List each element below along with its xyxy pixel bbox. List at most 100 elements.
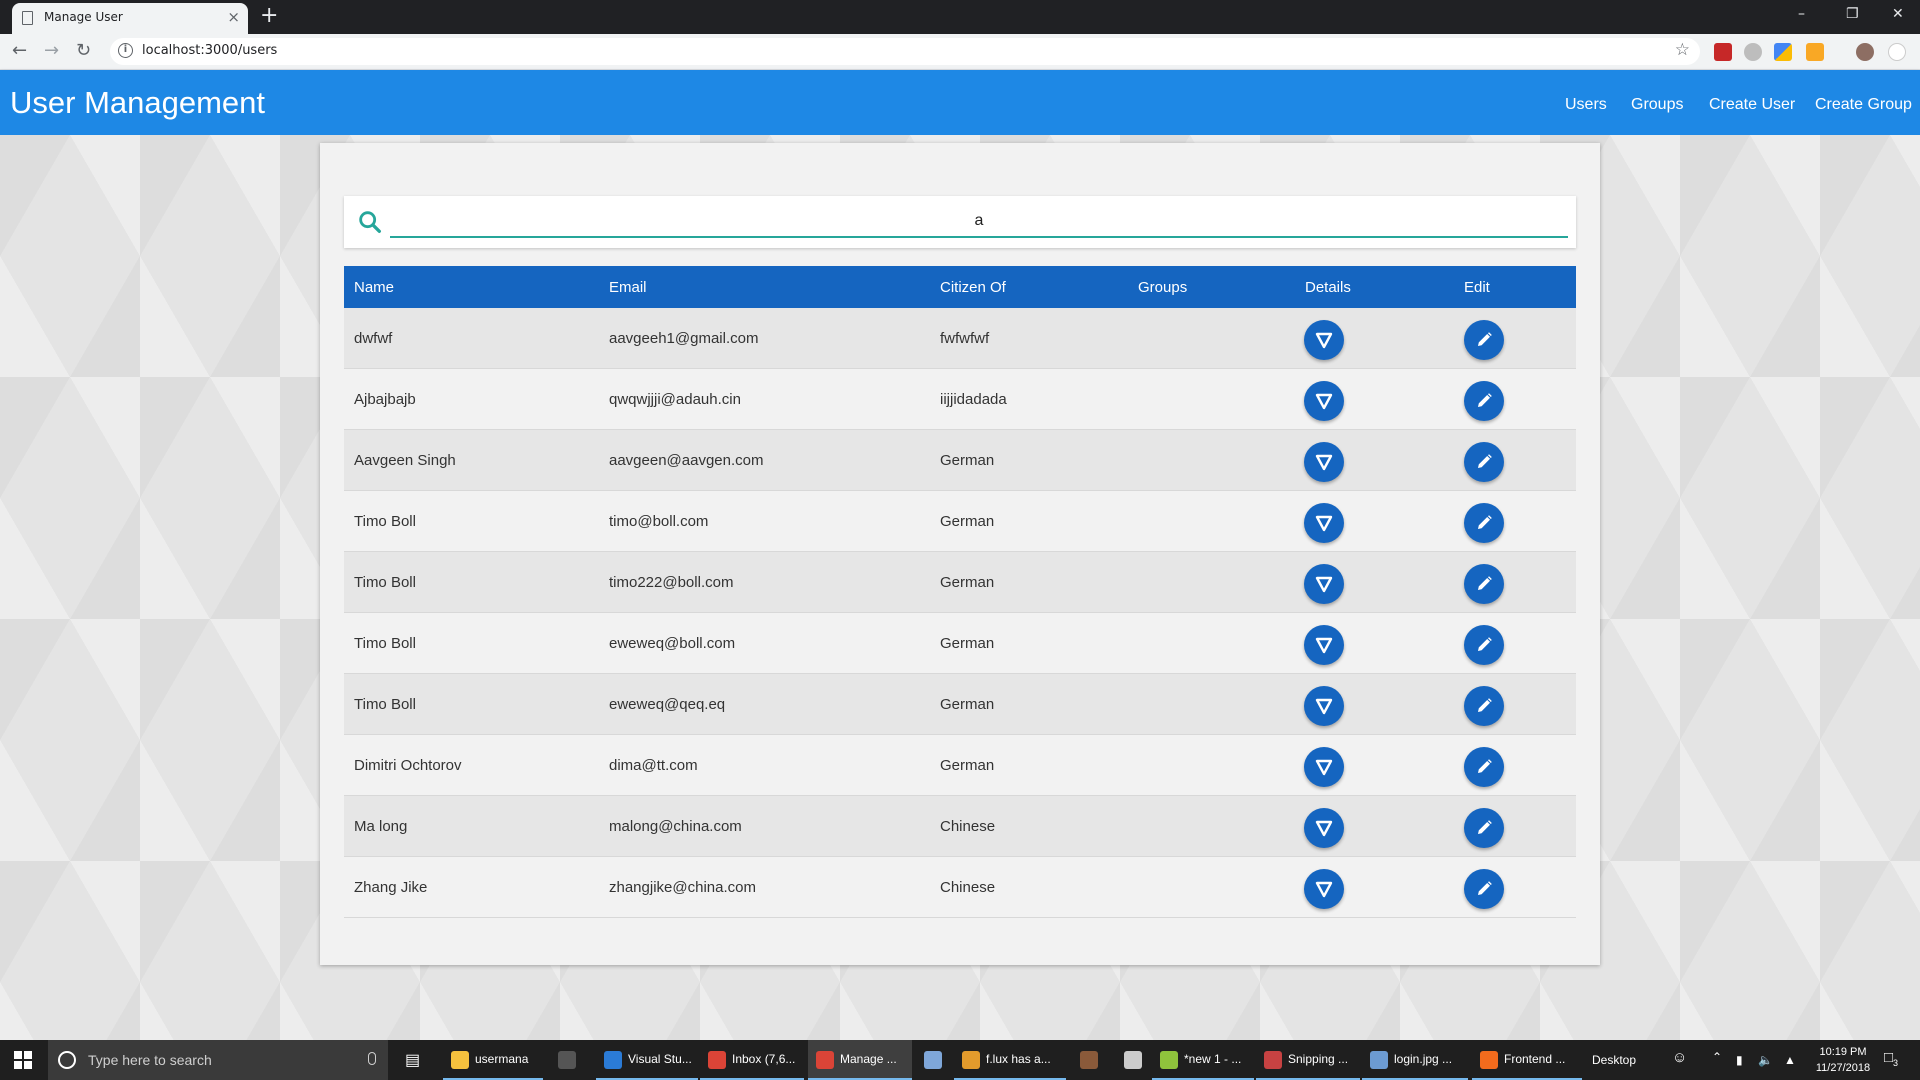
microphone-icon[interactable] [368,1052,376,1065]
chevron-up-icon[interactable]: ⌃ [1712,1050,1722,1064]
taskbar-app-button[interactable] [550,1040,590,1080]
reload-icon[interactable]: ↻ [76,39,91,63]
taskbar-app-button[interactable]: usermana [443,1040,543,1080]
cell-citizen-of: German [940,574,995,591]
taskbar-app-label: Inbox (7,6... [732,1052,796,1066]
pencil-icon [1478,698,1492,712]
expand-triangle-icon [1315,393,1333,410]
details-button[interactable] [1304,503,1344,543]
cell-citizen-of: iijjidadada [940,391,1007,408]
users-table: Name Email Citizen Of Groups Details Edi… [344,266,1576,918]
battery-icon[interactable]: ▮ [1736,1053,1743,1067]
extension-icon[interactable] [1744,43,1762,61]
taskbar-app-label: *new 1 - ... [1184,1052,1242,1066]
details-button[interactable] [1304,625,1344,665]
taskbar-app-button[interactable]: Snipping ... [1256,1040,1360,1080]
task-view-icon[interactable]: ▤ [405,1050,420,1070]
taskbar-search-box[interactable]: Type here to search [48,1040,388,1080]
cell-citizen-of: German [940,513,995,530]
app-icon [604,1051,622,1069]
menu-icon[interactable] [1888,43,1906,61]
details-button[interactable] [1304,320,1344,360]
minimize-button[interactable]: – [1798,6,1805,22]
extension-icon[interactable] [1806,43,1824,61]
taskbar-app-button[interactable]: f.lux has a... [954,1040,1066,1080]
cell-name: Aavgeen Singh [354,452,456,469]
edit-button[interactable] [1464,381,1504,421]
cell-email: aavgeeh1@gmail.com [609,330,759,347]
nav-link-create-group[interactable]: Create Group [1815,96,1912,114]
details-button[interactable] [1304,808,1344,848]
info-icon[interactable]: i [118,43,133,58]
pencil-icon [1478,576,1492,590]
taskbar-app-button[interactable] [916,1040,952,1080]
edit-button[interactable] [1464,869,1504,909]
people-icon[interactable]: ☺ [1672,1049,1687,1066]
taskbar-app-button[interactable] [1116,1040,1150,1080]
search-input[interactable] [390,206,1568,238]
browser-tab-bar: Manage User × + – ❐ ✕ [0,0,1920,34]
edit-button[interactable] [1464,808,1504,848]
bookmark-star-icon[interactable]: ☆ [1675,40,1690,60]
pencil-icon [1478,332,1492,346]
taskbar-app-button[interactable]: Visual Stu... [596,1040,698,1080]
desktop-toolbar-label[interactable]: Desktop [1592,1053,1636,1067]
windows-start-button[interactable] [14,1051,32,1069]
app-title: User Management [10,85,266,120]
details-button[interactable] [1304,686,1344,726]
cell-name: Timo Boll [354,635,416,652]
column-header-email[interactable]: Email [609,279,647,296]
close-window-button[interactable]: ✕ [1892,6,1904,22]
details-button[interactable] [1304,747,1344,787]
extension-icon[interactable] [1774,43,1792,61]
nav-link-create-user[interactable]: Create User [1709,96,1795,114]
details-button[interactable] [1304,442,1344,482]
taskbar-app-button[interactable]: Manage ... [808,1040,912,1080]
profile-avatar[interactable] [1856,43,1874,61]
taskbar-app-button[interactable]: *new 1 - ... [1152,1040,1254,1080]
taskbar-app-label: usermana [475,1052,529,1066]
taskbar-clock[interactable]: 10:19 PM 11/27/2018 [1808,1044,1878,1076]
app-icon [451,1051,469,1069]
edit-button[interactable] [1464,564,1504,604]
details-button[interactable] [1304,869,1344,909]
column-header-groups[interactable]: Groups [1138,279,1187,296]
wifi-icon[interactable]: ▲ [1784,1053,1796,1067]
edit-button[interactable] [1464,686,1504,726]
column-header-citizen-of[interactable]: Citizen Of [940,279,1006,296]
taskbar-app-button[interactable]: Frontend ... [1472,1040,1582,1080]
address-bar[interactable]: i localhost:3000/users ☆ [110,38,1700,65]
cell-email: malong@china.com [609,818,742,835]
edit-button[interactable] [1464,625,1504,665]
cell-citizen-of: German [940,757,995,774]
edit-button[interactable] [1464,320,1504,360]
column-header-name[interactable]: Name [354,279,394,296]
browser-tab[interactable]: Manage User × [12,3,248,34]
tab-close-icon[interactable]: × [227,8,240,26]
details-button[interactable] [1304,381,1344,421]
new-tab-button[interactable]: + [260,4,278,28]
taskbar-app-button[interactable]: login.jpg ... [1362,1040,1468,1080]
app-header: User Management Users Groups Create User… [0,70,1920,135]
extension-icon[interactable] [1714,43,1732,61]
nav-link-users[interactable]: Users [1565,96,1607,114]
search-bar [344,196,1576,248]
volume-icon[interactable]: 🔈 [1758,1053,1773,1067]
forward-arrow-icon[interactable]: → [44,39,59,63]
app-icon [1264,1051,1282,1069]
taskbar-app-button[interactable]: Inbox (7,6... [700,1040,804,1080]
edit-button[interactable] [1464,442,1504,482]
action-center-icon[interactable]: □ [1884,1049,1893,1066]
restore-button[interactable]: ❐ [1846,6,1859,22]
pencil-icon [1478,393,1492,407]
edit-button[interactable] [1464,747,1504,787]
details-button[interactable] [1304,564,1344,604]
edit-button[interactable] [1464,503,1504,543]
table-row: Zhang Jike zhangjike@china.com Chinese [344,857,1576,918]
taskbar-app-button[interactable] [1072,1040,1112,1080]
back-arrow-icon[interactable]: ← [12,39,27,63]
nav-link-groups[interactable]: Groups [1631,96,1683,114]
app-icon [816,1051,834,1069]
cell-citizen-of: Chinese [940,879,996,896]
column-header-edit: Edit [1464,279,1490,296]
